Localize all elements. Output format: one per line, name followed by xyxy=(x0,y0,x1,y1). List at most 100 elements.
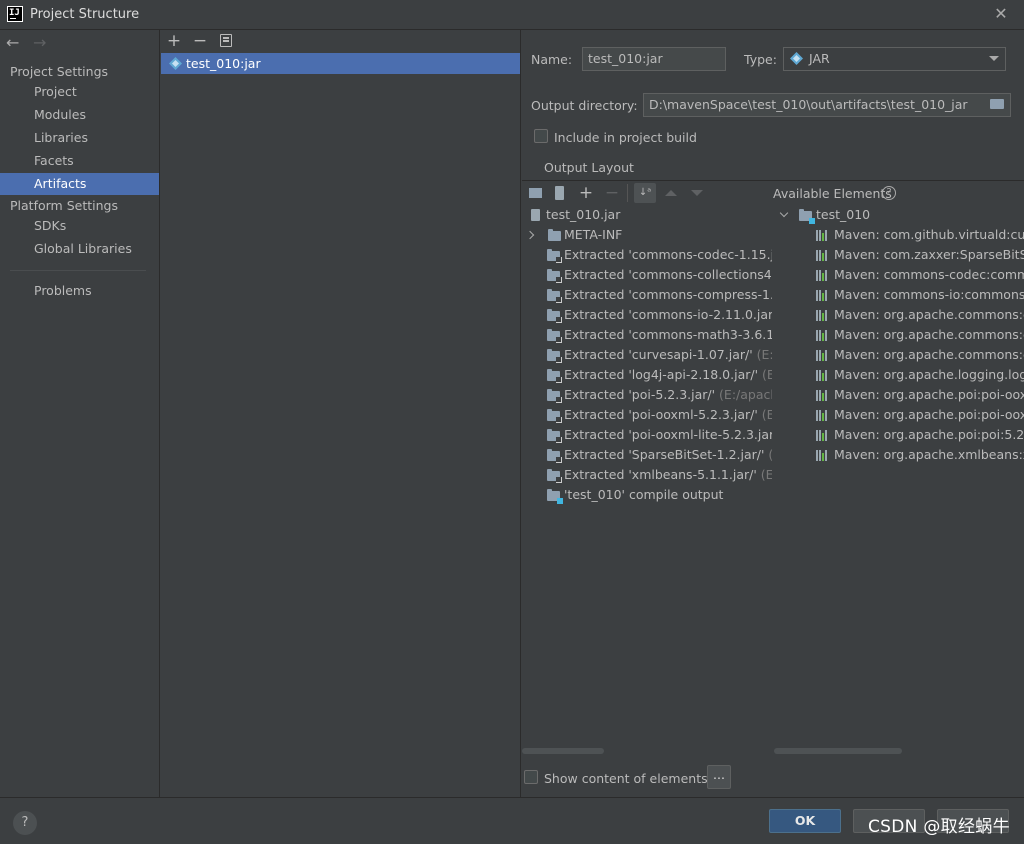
add-copy-icon[interactable]: + xyxy=(577,183,595,203)
layout-tree-label: Extracted 'log4j-api-2.18.0.jar/' xyxy=(564,367,759,382)
available-library-item[interactable]: Maven: commons-io:commons-io xyxy=(773,285,1024,305)
layout-tree-row[interactable]: META-INF xyxy=(522,225,772,245)
available-library-label: Maven: org.apache.logging.log4j xyxy=(834,367,1024,382)
remove-icon[interactable]: − xyxy=(191,31,209,51)
extracted-folder-icon xyxy=(547,329,562,343)
maven-library-icon xyxy=(816,310,829,321)
available-elements-tree[interactable]: test_010 Maven: com.github.virtuald:curve… xyxy=(773,205,1024,745)
layout-tree-row[interactable]: Extracted 'poi-ooxml-lite-5.2.3.jar/' ( xyxy=(522,425,772,445)
available-library-item[interactable]: Maven: org.apache.logging.log4j xyxy=(773,365,1024,385)
layout-tree-row[interactable]: Extracted 'SparseBitSet-1.2.jar/' (E:/a xyxy=(522,445,772,465)
layout-tree-label: Extracted 'commons-codec-1.15.jar/ xyxy=(564,247,772,262)
close-icon[interactable]: ✕ xyxy=(993,5,1009,23)
available-library-item[interactable]: Maven: org.apache.poi:poi-ooxm xyxy=(773,405,1024,425)
create-archive-icon[interactable] xyxy=(555,186,564,200)
available-library-label: Maven: org.apache.commons:co xyxy=(834,307,1024,322)
chevron-right-icon[interactable] xyxy=(525,230,535,240)
layout-tree-row[interactable]: Extracted 'commons-codec-1.15.jar/ xyxy=(522,245,772,265)
layout-tree-label: Extracted 'commons-io-2.11.0.jar/' xyxy=(564,307,772,322)
available-library-item[interactable]: Maven: org.apache.commons:co xyxy=(773,305,1024,325)
maven-library-icon xyxy=(816,230,829,241)
sidebar-item-project[interactable]: Project xyxy=(0,81,159,103)
layout-tree-row[interactable]: Extracted 'commons-io-2.11.0.jar/' ( xyxy=(522,305,772,325)
extracted-folder-icon xyxy=(547,289,562,303)
maven-library-icon xyxy=(816,410,829,421)
move-up-icon[interactable] xyxy=(665,190,677,196)
name-field[interactable]: test_010:jar xyxy=(582,47,726,71)
available-library-item[interactable]: Maven: org.apache.poi:poi:5.2.3 xyxy=(773,425,1024,445)
layout-tree-row[interactable]: Extracted 'curvesapi-1.07.jar/' (E:/ap xyxy=(522,345,772,365)
layout-tree-label: Extracted 'xmlbeans-5.1.1.jar/' xyxy=(564,467,757,482)
layout-tree-row[interactable]: 'test_010' compile output xyxy=(522,485,772,505)
layout-tree-row[interactable]: Extracted 'commons-math3-3.6.1.jar xyxy=(522,325,772,345)
available-library-item[interactable]: Maven: org.apache.xmlbeans:xm xyxy=(773,445,1024,465)
extracted-folder-icon xyxy=(547,309,562,323)
sidebar-item-problems[interactable]: Problems xyxy=(0,280,159,302)
layout-hscrollbar[interactable] xyxy=(522,748,604,754)
layout-tree-row[interactable]: Extracted 'poi-5.2.3.jar/' (E:/apache_ xyxy=(522,385,772,405)
layout-tree-label: Extracted 'poi-ooxml-5.2.3.jar/' xyxy=(564,407,758,422)
chevron-down-icon[interactable] xyxy=(779,208,789,218)
layout-tree-row[interactable]: Extracted 'log4j-api-2.18.0.jar/' (E:/a xyxy=(522,365,772,385)
sidebar-item-artifacts[interactable]: Artifacts xyxy=(0,173,159,195)
sidebar-item-global-libraries[interactable]: Global Libraries xyxy=(0,238,159,260)
add-icon[interactable]: + xyxy=(165,31,183,51)
sidebar-item-libraries[interactable]: Libraries xyxy=(0,127,159,149)
jar-icon xyxy=(531,209,540,221)
available-library-item[interactable]: Maven: org.apache.poi:poi-ooxm xyxy=(773,385,1024,405)
available-library-item[interactable]: Maven: org.apache.commons:co xyxy=(773,345,1024,365)
show-content-options-button[interactable]: ... xyxy=(707,765,731,789)
sidebar-item-sdks[interactable]: SDKs xyxy=(0,215,159,237)
layout-tree-row[interactable]: Extracted 'poi-ooxml-5.2.3.jar/' (E:/a xyxy=(522,405,772,425)
show-content-checkbox[interactable] xyxy=(524,770,538,784)
include-in-build-checkbox[interactable] xyxy=(534,129,548,143)
layout-tree-row[interactable]: test_010.jar xyxy=(522,205,772,225)
available-root-node[interactable]: test_010 xyxy=(773,205,1024,225)
sidebar-item-facets[interactable]: Facets xyxy=(0,150,159,172)
extracted-folder-icon xyxy=(547,449,562,463)
copy-icon[interactable] xyxy=(220,34,232,47)
type-label: Type: xyxy=(744,52,777,67)
available-library-item[interactable]: Maven: commons-codec:commo xyxy=(773,265,1024,285)
sidebar-divider xyxy=(10,270,146,271)
remove-element-icon[interactable]: − xyxy=(603,183,621,203)
available-library-label: Maven: org.apache.xmlbeans:xm xyxy=(834,447,1024,462)
available-library-item[interactable]: Maven: com.github.virtuald:curve xyxy=(773,225,1024,245)
ok-button[interactable]: OK xyxy=(769,809,841,833)
intellij-logo-icon: IJ xyxy=(7,6,23,22)
output-layout-tree[interactable]: test_010.jar META-INF Extracted 'commons-c… xyxy=(522,205,772,745)
artifact-list-item[interactable]: test_010:jar xyxy=(161,53,520,74)
available-library-item[interactable]: Maven: com.zaxxer:SparseBitSet: xyxy=(773,245,1024,265)
layout-tree-label: META-INF xyxy=(564,227,623,242)
extracted-folder-icon xyxy=(547,429,562,443)
layout-tree-row[interactable]: Extracted 'commons-compress-1.21 xyxy=(522,285,772,305)
move-down-icon[interactable] xyxy=(691,190,703,196)
extracted-folder-icon xyxy=(547,409,562,423)
output-directory-label: Output directory: xyxy=(531,98,638,113)
extracted-folder-icon xyxy=(547,269,562,283)
module-folder-icon xyxy=(799,209,815,224)
available-hscrollbar[interactable] xyxy=(774,748,902,754)
available-library-item[interactable]: Maven: org.apache.commons:co xyxy=(773,325,1024,345)
layout-tree-label: Extracted 'poi-5.2.3.jar/' xyxy=(564,387,716,402)
layout-tree-label: Extracted 'poi-ooxml-lite-5.2.3.jar/' xyxy=(564,427,772,442)
module-output-icon xyxy=(547,489,563,504)
layout-tree-row[interactable]: Extracted 'commons-collections4-4.4 xyxy=(522,265,772,285)
sort-alphabetically-icon[interactable]: ↓ᵃ xyxy=(634,183,656,203)
back-arrow-icon[interactable]: ← xyxy=(6,33,19,52)
available-library-label: Maven: org.apache.commons:co xyxy=(834,327,1024,342)
toolbar-separator xyxy=(627,184,628,202)
output-directory-field[interactable]: D:\mavenSpace\test_010\out\artifacts\tes… xyxy=(643,93,1011,117)
layout-tree-path: (E:/ap xyxy=(756,347,772,362)
help-icon[interactable]: ? xyxy=(882,186,896,200)
create-directory-icon[interactable] xyxy=(529,188,542,198)
type-dropdown[interactable]: JAR xyxy=(783,47,1006,71)
platform-settings-header: Platform Settings xyxy=(10,198,118,213)
forward-arrow-icon[interactable]: → xyxy=(33,33,46,52)
sidebar-item-modules[interactable]: Modules xyxy=(0,104,159,126)
tab-output-layout[interactable]: Output Layout xyxy=(544,160,634,175)
available-library-label: Maven: commons-io:commons-io xyxy=(834,287,1024,302)
layout-tree-row[interactable]: Extracted 'xmlbeans-5.1.1.jar/' (E:/ap xyxy=(522,465,772,485)
browse-folder-icon[interactable] xyxy=(990,99,1004,109)
help-button[interactable]: ? xyxy=(13,811,37,835)
